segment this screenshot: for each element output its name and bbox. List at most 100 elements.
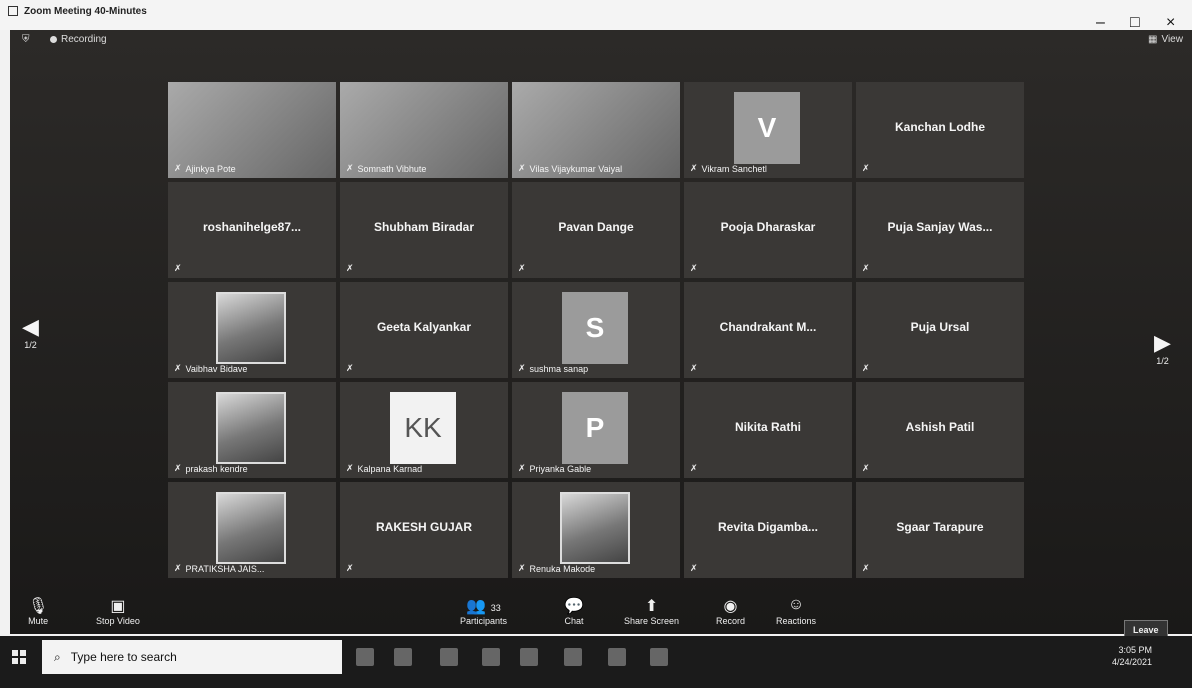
mic-muted-icon: ✗ xyxy=(518,363,526,373)
task-view-icon[interactable] xyxy=(394,648,412,666)
mic-muted-icon: ✗ xyxy=(346,263,354,273)
participant-label: ✗ prakash kendre xyxy=(174,463,248,474)
participant-tile[interactable]: P ✗ Priyanka Gable xyxy=(512,382,680,478)
participant-tile[interactable]: RAKESH GUJAR ✗ xyxy=(340,482,508,578)
participant-name: prakash kendre xyxy=(185,463,248,474)
participant-label: ✗ Ajinkya Pote xyxy=(174,163,236,174)
record-label: Record xyxy=(716,616,746,626)
mail-icon[interactable] xyxy=(564,648,582,666)
participant-tile[interactable]: ✗ Somnath Vibhute xyxy=(340,82,508,178)
participant-tile[interactable]: ✗ prakash kendre xyxy=(168,382,336,478)
mic-muted-icon: ✗ xyxy=(174,263,182,273)
participant-photo xyxy=(560,492,630,564)
participant-name: Sgaar Tarapure xyxy=(896,520,984,534)
participant-tile[interactable]: S ✗ sushma sanap xyxy=(512,282,680,378)
participant-name: Chandrakant M... xyxy=(719,320,817,334)
participant-name: Nikita Rathi xyxy=(734,420,801,434)
reactions-button[interactable]: ☺ Reactions xyxy=(776,596,816,626)
clock-date[interactable]: 4/24/2021 xyxy=(1112,656,1152,668)
participant-label: ✗ xyxy=(862,163,870,174)
mute-button[interactable]: 🎙 Mute xyxy=(28,596,48,626)
participant-tile[interactable]: Sgaar Tarapure ✗ xyxy=(856,482,1024,578)
share-screen-button[interactable]: ⬆ Share Screen xyxy=(624,596,679,626)
mic-muted-icon: ✗ xyxy=(174,563,182,573)
participant-tile[interactable]: V ✗ Vikram Sanchetl xyxy=(684,82,852,178)
share-screen-label: Share Screen xyxy=(624,616,680,626)
participant-tile[interactable]: Revita Digamba... ✗ xyxy=(684,482,852,578)
participant-name: Renuka Makode xyxy=(529,563,596,574)
mic-muted-icon: ✗ xyxy=(690,163,698,173)
participant-tile[interactable]: ✗ Vaibhav Bidave xyxy=(168,282,336,378)
reactions-label: Reactions xyxy=(776,616,817,626)
mic-muted-icon: ✗ xyxy=(346,163,354,173)
mic-muted-icon: ✗ xyxy=(690,263,698,273)
participant-tile[interactable]: Chandrakant M... ✗ xyxy=(684,282,852,378)
participant-name: Somnath Vibhute xyxy=(357,163,427,174)
chat-icon: 💬 xyxy=(564,598,584,615)
mic-muted-icon: ✗ xyxy=(174,363,182,373)
participant-tile[interactable]: Kanchan Lodhe ✗ xyxy=(856,82,1024,178)
participant-tile[interactable]: Nikita Rathi ✗ xyxy=(684,382,852,478)
mic-muted-icon: ✗ xyxy=(346,463,354,473)
stop-video-button[interactable]: ▣ Stop Video xyxy=(96,596,140,626)
participant-name: Revita Digamba... xyxy=(717,520,819,534)
participant-tile[interactable]: Puja Sanjay Was... ✗ xyxy=(856,182,1024,278)
mic-muted-icon: ✗ xyxy=(346,363,354,373)
mic-muted-icon: ✗ xyxy=(174,163,182,173)
record-button[interactable]: ◉ Record xyxy=(716,596,745,626)
mic-muted-icon: ✗ xyxy=(518,563,526,573)
view-button[interactable]: ▦ View xyxy=(1148,34,1183,45)
chat-button[interactable]: 💬 Chat xyxy=(564,596,584,626)
participants-count: 33 xyxy=(490,603,501,613)
right-arrow-icon[interactable]: ▶ xyxy=(1154,330,1171,356)
participant-tile[interactable]: Geeta Kalyankar ✗ xyxy=(340,282,508,378)
participant-label: ✗ xyxy=(690,463,698,474)
participant-name: roshanihelge87... xyxy=(202,220,302,234)
store-icon[interactable] xyxy=(520,648,538,666)
participant-label: ✗ xyxy=(346,363,354,374)
participant-label: ✗ Somnath Vibhute xyxy=(346,163,426,174)
cortana-icon[interactable] xyxy=(356,648,374,666)
mic-muted-icon: ✗ xyxy=(518,163,526,173)
file-explorer-icon[interactable] xyxy=(482,648,500,666)
participant-tile[interactable]: ✗ Renuka Makode xyxy=(512,482,680,578)
meeting-controls: 🎙 Mute ▣ Stop Video 👥 33 Participants 💬 … xyxy=(10,596,1192,638)
participant-label: ✗ PRATIKSHA JAIS... xyxy=(174,563,264,574)
prev-page-nav[interactable]: ◀ 1/2 xyxy=(22,314,39,350)
view-label: View xyxy=(1161,34,1183,45)
participant-name: Puja Ursal xyxy=(910,320,970,334)
participant-tile[interactable]: Pooja Dharaskar ✗ xyxy=(684,182,852,278)
recording-indicator[interactable]: Recording xyxy=(50,34,107,45)
participant-tile[interactable]: roshanihelge87... ✗ xyxy=(168,182,336,278)
microphone-icon: 🎙 xyxy=(28,598,49,615)
participant-name: Priyanka Gable xyxy=(529,463,592,474)
security-shield-icon[interactable]: ⛨ xyxy=(22,34,30,45)
zoom-taskbar-icon[interactable] xyxy=(650,648,668,666)
participant-tile[interactable]: ✗ Ajinkya Pote xyxy=(168,82,336,178)
participant-tile[interactable]: ✗ PRATIKSHA JAIS... xyxy=(168,482,336,578)
participant-tile[interactable]: Ashish Patil ✗ xyxy=(856,382,1024,478)
left-arrow-icon[interactable]: ◀ xyxy=(22,314,39,340)
participant-tile[interactable]: ✗ Vilas Vijaykumar Vaiyal xyxy=(512,82,680,178)
participant-label: ✗ xyxy=(346,263,354,274)
participant-avatar: KK xyxy=(390,392,456,464)
taskbar-search[interactable]: ⌕ Type here to search xyxy=(42,640,342,674)
participant-tile[interactable]: KK ✗ Kalpana Karnad xyxy=(340,382,508,478)
next-page-nav[interactable]: ▶ 1/2 xyxy=(1154,330,1171,366)
clock-time[interactable]: 3:05 PM xyxy=(1112,644,1152,656)
participant-tile[interactable]: Shubham Biradar ✗ xyxy=(340,182,508,278)
mic-muted-icon: ✗ xyxy=(690,463,698,473)
participant-label: ✗ xyxy=(690,263,698,274)
edge-icon[interactable] xyxy=(440,648,458,666)
participant-label: ✗ xyxy=(862,563,870,574)
participant-label: ✗ Renuka Makode xyxy=(518,563,595,574)
participant-tile[interactable]: Puja Ursal ✗ xyxy=(856,282,1024,378)
recording-label: Recording xyxy=(61,34,107,45)
search-icon: ⌕ xyxy=(54,649,61,664)
windows-start-icon[interactable] xyxy=(12,650,26,664)
record-icon: ◉ xyxy=(723,598,738,615)
chrome-icon[interactable] xyxy=(608,648,626,666)
participant-tile[interactable]: Pavan Dange ✗ xyxy=(512,182,680,278)
participants-button[interactable]: 👥 33 Participants xyxy=(460,596,507,626)
participant-name: PRATIKSHA JAIS... xyxy=(185,563,265,574)
